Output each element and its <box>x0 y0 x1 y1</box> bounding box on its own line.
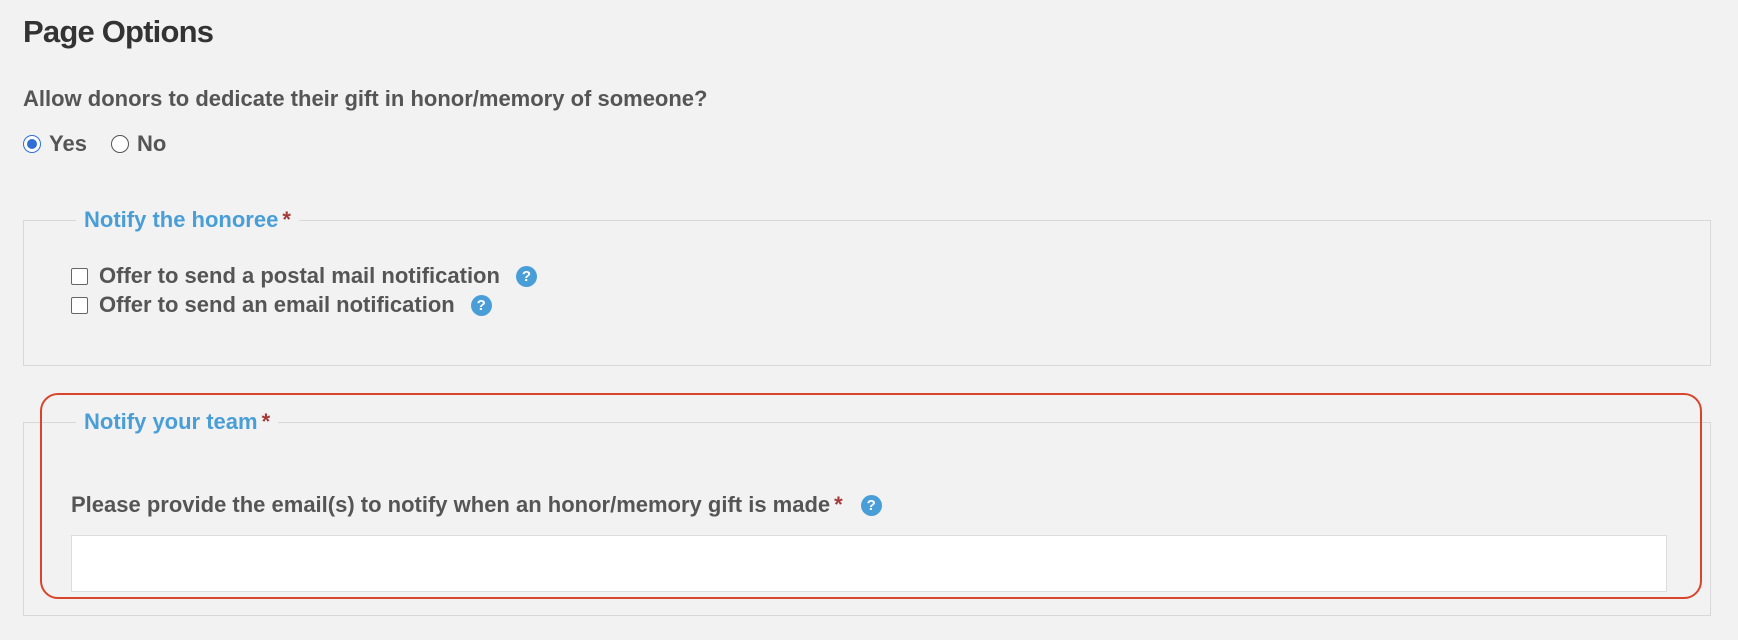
page-title: Page Options <box>23 14 214 49</box>
help-icon[interactable]: ? <box>860 494 882 516</box>
notify-team-section: Notify your team * Please provide the ema… <box>23 410 1711 616</box>
required-marker: * <box>834 492 843 517</box>
email-notification-option: Offer to send an email notification ? <box>71 292 492 318</box>
dedication-no-label[interactable]: No <box>137 131 166 157</box>
notify-honoree-section: Notify the honoree * Offer to send a post… <box>23 208 1711 366</box>
team-email-label-text: Please provide the email(s) to notify wh… <box>71 492 831 517</box>
dedication-no-radio[interactable] <box>110 135 129 153</box>
postal-notification-label[interactable]: Offer to send a postal mail notification <box>99 263 500 289</box>
notify-honoree-title: Notify the honoree <box>84 207 279 232</box>
notify-team-legend: Notify your team * <box>76 410 278 434</box>
team-email-label: Please provide the email(s) to notify wh… <box>71 492 882 518</box>
help-icon[interactable]: ? <box>470 294 492 316</box>
email-notification-checkbox[interactable] <box>71 296 88 314</box>
team-email-input[interactable] <box>71 535 1667 592</box>
dedication-yes-radio[interactable] <box>23 135 41 153</box>
required-marker: * <box>282 207 291 232</box>
dedication-yes-label[interactable]: Yes <box>49 131 87 157</box>
required-marker: * <box>261 409 271 434</box>
email-notification-label[interactable]: Offer to send an email notification <box>99 292 455 318</box>
dedication-radio-group: Yes No <box>23 131 190 157</box>
postal-notification-option: Offer to send a postal mail notification… <box>71 263 537 289</box>
notify-team-title: Notify your team <box>84 409 258 434</box>
page-options-page: Page Options Allow donors to dedicate th… <box>0 0 1738 640</box>
notify-honoree-legend: Notify the honoree * <box>76 208 299 232</box>
postal-notification-checkbox[interactable] <box>71 267 88 285</box>
dedication-question: Allow donors to dedicate their gift in h… <box>23 86 708 111</box>
help-icon[interactable]: ? <box>515 265 537 287</box>
